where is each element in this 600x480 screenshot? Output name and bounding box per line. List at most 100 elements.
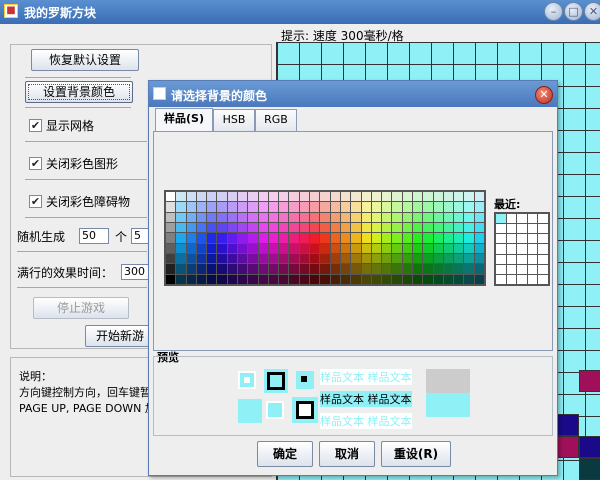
color-swatch[interactable] bbox=[474, 212, 484, 222]
recent-swatch[interactable] bbox=[496, 214, 506, 224]
color-swatch[interactable] bbox=[217, 233, 227, 243]
color-swatch[interactable] bbox=[217, 212, 227, 222]
color-swatch[interactable] bbox=[217, 202, 227, 212]
color-swatch[interactable] bbox=[474, 253, 484, 264]
color-swatch[interactable] bbox=[371, 274, 382, 284]
color-swatch[interactable] bbox=[464, 212, 474, 222]
minimize-icon[interactable]: – bbox=[544, 2, 563, 21]
color-swatch[interactable] bbox=[320, 243, 330, 253]
recent-swatch[interactable] bbox=[517, 254, 527, 264]
color-swatch[interactable] bbox=[454, 212, 464, 222]
color-swatch[interactable] bbox=[217, 253, 227, 264]
color-swatch[interactable] bbox=[289, 222, 299, 233]
color-swatch[interactable] bbox=[310, 243, 320, 253]
color-swatch[interactable] bbox=[361, 243, 371, 253]
color-swatch[interactable] bbox=[299, 222, 310, 233]
color-swatch[interactable] bbox=[289, 274, 299, 284]
color-swatch[interactable] bbox=[392, 202, 402, 212]
color-swatch[interactable] bbox=[474, 274, 484, 284]
color-swatch[interactable] bbox=[402, 233, 412, 243]
color-swatch[interactable] bbox=[279, 202, 289, 212]
color-swatch[interactable] bbox=[279, 233, 289, 243]
recent-swatch[interactable] bbox=[538, 254, 548, 264]
disable-color-obstacles-option[interactable]: ✔ 关闭彩色障碍物 bbox=[29, 193, 130, 210]
color-swatch[interactable] bbox=[186, 192, 196, 202]
color-swatch[interactable] bbox=[330, 202, 340, 212]
color-swatch[interactable] bbox=[351, 212, 361, 222]
color-swatch[interactable] bbox=[166, 192, 176, 202]
color-swatch[interactable] bbox=[176, 253, 186, 264]
color-swatch[interactable] bbox=[258, 212, 268, 222]
color-swatch[interactable] bbox=[382, 202, 392, 212]
color-swatch[interactable] bbox=[217, 243, 227, 253]
tab-swatches[interactable]: 样品(S) bbox=[155, 108, 213, 132]
color-swatch[interactable] bbox=[474, 243, 484, 253]
color-swatch[interactable] bbox=[433, 222, 443, 233]
color-swatch[interactable] bbox=[238, 222, 248, 233]
color-swatch[interactable] bbox=[196, 202, 207, 212]
color-swatch[interactable] bbox=[330, 274, 340, 284]
color-swatch[interactable] bbox=[433, 212, 443, 222]
color-swatch[interactable] bbox=[279, 192, 289, 202]
color-swatch[interactable] bbox=[227, 212, 238, 222]
color-swatch[interactable] bbox=[340, 274, 351, 284]
color-swatch[interactable] bbox=[268, 222, 279, 233]
color-swatch[interactable] bbox=[299, 264, 310, 274]
swatch-grid[interactable] bbox=[164, 190, 486, 286]
color-swatch[interactable] bbox=[299, 212, 310, 222]
color-swatch[interactable] bbox=[227, 274, 238, 284]
disable-color-shapes-checkbox[interactable]: ✔ bbox=[29, 157, 42, 170]
color-swatch[interactable] bbox=[268, 274, 279, 284]
color-swatch[interactable] bbox=[443, 222, 454, 233]
color-swatch[interactable] bbox=[412, 233, 423, 243]
color-swatch[interactable] bbox=[320, 202, 330, 212]
recent-swatch[interactable] bbox=[496, 254, 506, 264]
color-swatch[interactable] bbox=[464, 202, 474, 212]
color-swatch[interactable] bbox=[423, 222, 433, 233]
color-swatch[interactable] bbox=[279, 212, 289, 222]
color-swatch[interactable] bbox=[176, 233, 186, 243]
color-swatch[interactable] bbox=[382, 253, 392, 264]
color-swatch[interactable] bbox=[454, 253, 464, 264]
recent-swatch[interactable] bbox=[527, 234, 538, 244]
color-swatch[interactable] bbox=[340, 222, 351, 233]
color-swatch[interactable] bbox=[330, 264, 340, 274]
color-swatch[interactable] bbox=[320, 212, 330, 222]
color-swatch[interactable] bbox=[474, 264, 484, 274]
color-swatch[interactable] bbox=[382, 243, 392, 253]
close-icon[interactable]: ✕ bbox=[535, 86, 553, 104]
ok-button[interactable]: 确定 bbox=[257, 441, 313, 467]
color-swatch[interactable] bbox=[289, 192, 299, 202]
color-swatch[interactable] bbox=[248, 243, 258, 253]
color-swatch[interactable] bbox=[454, 233, 464, 243]
color-swatch[interactable] bbox=[238, 212, 248, 222]
start-game-button[interactable]: 开始新游 bbox=[85, 325, 155, 347]
recent-swatch[interactable] bbox=[496, 244, 506, 254]
color-swatch[interactable] bbox=[248, 212, 258, 222]
color-swatch[interactable] bbox=[166, 274, 176, 284]
reset-button[interactable]: 重设(R) bbox=[381, 441, 451, 467]
color-swatch[interactable] bbox=[196, 233, 207, 243]
color-swatch[interactable] bbox=[412, 264, 423, 274]
color-swatch[interactable] bbox=[402, 274, 412, 284]
color-swatch[interactable] bbox=[166, 212, 176, 222]
color-swatch[interactable] bbox=[392, 233, 402, 243]
color-swatch[interactable] bbox=[371, 233, 382, 243]
maximize-icon[interactable]: □ bbox=[564, 2, 583, 21]
color-swatch[interactable] bbox=[443, 233, 454, 243]
color-swatch[interactable] bbox=[238, 253, 248, 264]
stop-game-button[interactable]: 停止游戏 bbox=[33, 297, 129, 319]
color-swatch[interactable] bbox=[351, 274, 361, 284]
color-swatch[interactable] bbox=[423, 274, 433, 284]
color-swatch[interactable] bbox=[361, 222, 371, 233]
color-swatch[interactable] bbox=[423, 212, 433, 222]
tab-hsb[interactable]: HSB bbox=[213, 109, 255, 131]
color-swatch[interactable] bbox=[351, 202, 361, 212]
close-icon[interactable]: ✕ bbox=[584, 2, 600, 21]
color-swatch[interactable] bbox=[454, 264, 464, 274]
color-swatch[interactable] bbox=[289, 233, 299, 243]
color-swatch[interactable] bbox=[299, 243, 310, 253]
color-swatch[interactable] bbox=[186, 222, 196, 233]
color-swatch[interactable] bbox=[402, 253, 412, 264]
color-swatch[interactable] bbox=[196, 222, 207, 233]
